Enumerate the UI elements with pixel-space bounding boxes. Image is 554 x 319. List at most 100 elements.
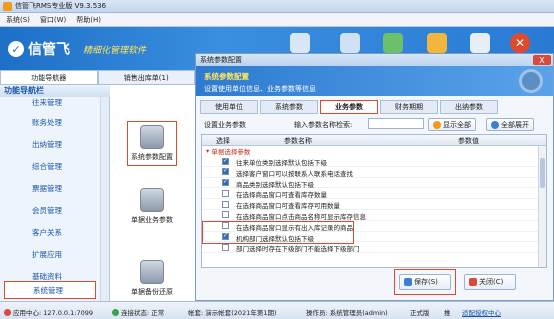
params-grid: 选择 参数名称 参数值 ▾ 单据选择参数 往来单位类别选择默认包括下级选择客户窗… bbox=[201, 134, 547, 268]
desktop-icon[interactable] bbox=[290, 33, 310, 53]
sidebar-item-system[interactable]: 系统管理 bbox=[4, 281, 96, 299]
func-backup-restore[interactable]: 单据备份还原 bbox=[112, 260, 192, 297]
grid-scrollbar[interactable] bbox=[538, 146, 546, 267]
status-connection: 连接状态: 正常 bbox=[112, 307, 164, 317]
tab-function-navigator[interactable]: 功能导航器 bbox=[0, 70, 98, 85]
row-label: 往来单位类别选择默认包括下级 bbox=[236, 159, 327, 167]
menu-window[interactable]: 窗口(W) bbox=[40, 15, 66, 25]
dialog-title: 系统参数配置 bbox=[200, 56, 242, 64]
save-button[interactable]: 保存(S) bbox=[399, 274, 451, 290]
row-checkbox[interactable] bbox=[222, 243, 229, 251]
tab-cashier-params[interactable]: 出纳参数 bbox=[440, 100, 498, 114]
sidebar-item-cashier[interactable]: 出纳管理 bbox=[4, 135, 96, 153]
sidebar-item-accounts[interactable]: 往来管理 bbox=[4, 93, 96, 111]
menu-system[interactable]: 系统(S) bbox=[6, 15, 30, 25]
row-checkbox[interactable] bbox=[222, 167, 229, 176]
col-param-value[interactable]: 参数值 bbox=[458, 136, 479, 146]
tab-system-params[interactable]: 系统参数 bbox=[260, 100, 318, 114]
search-input-label: 输入参数名称检索: bbox=[294, 121, 353, 129]
table-row[interactable]: 选择客户窗口可以按联系人联系电话查找 bbox=[202, 167, 546, 178]
func-label: 单据备份还原 bbox=[131, 288, 173, 296]
group-row[interactable]: ▾ 单据选择参数 bbox=[202, 146, 546, 156]
lock-icon[interactable] bbox=[427, 33, 447, 53]
sidebar-scrollbar[interactable] bbox=[100, 97, 109, 301]
row-checkbox[interactable] bbox=[222, 211, 229, 219]
logo-text: 信管飞 bbox=[28, 42, 70, 58]
auth-center-link[interactable]: 适配授权中心 bbox=[462, 307, 501, 317]
title-bar: 信管飞RMS专业版 V9.3.536 bbox=[0, 0, 554, 13]
dialog-close-icon[interactable]: X bbox=[533, 55, 551, 65]
status-operator: 操作员: 系统管理员(admin) bbox=[306, 309, 388, 317]
close-button[interactable]: 关闭(C) bbox=[464, 274, 516, 290]
show-all-button[interactable]: 显示全部 bbox=[428, 118, 476, 131]
grid-scroll-thumb[interactable] bbox=[540, 158, 545, 188]
sidebar-item-crm[interactable]: 客户关系 bbox=[4, 223, 96, 241]
row-label: 商品类别选择默认包括下级 bbox=[236, 180, 314, 189]
sidebar-item-members[interactable]: 会员管理 bbox=[4, 201, 96, 219]
document-icon bbox=[140, 188, 164, 212]
gear-icon bbox=[519, 69, 543, 93]
row-checkbox[interactable] bbox=[222, 200, 229, 208]
sidebar-item-general[interactable]: 综合管理 bbox=[4, 157, 96, 175]
func-label: 系统参数配置 bbox=[131, 153, 173, 161]
tab-sales-outbound[interactable]: 销售出库单(1) bbox=[97, 70, 195, 85]
row-label: 在选择商品窗口点击商品名称可显示库存信息 bbox=[236, 212, 366, 221]
book-icon[interactable] bbox=[383, 33, 403, 53]
status-bar: 应用中心: 127.0.0.1:7099 连接状态: 正常 帐套: 演示帐套(2… bbox=[0, 301, 554, 319]
group-label: 单据选择参数 bbox=[211, 148, 251, 156]
status-center-text: 应用中心: 127.0.0.1:7099 bbox=[13, 309, 93, 317]
help-icon[interactable] bbox=[470, 33, 490, 53]
table-row[interactable]: 商品类别选择默认包括下级 bbox=[202, 178, 546, 189]
tab-organization[interactable]: 使用单位 bbox=[200, 100, 258, 114]
highlight-frame bbox=[202, 221, 354, 244]
dialog-header: 系统参数配置 设置使用单位信息、业务参数等信息 bbox=[196, 66, 553, 96]
tab-finance-period[interactable]: 财务期期 bbox=[380, 100, 438, 114]
exit-icon[interactable]: ✕ bbox=[510, 33, 530, 53]
row-label: 在选择商品窗口可查看库存数量 bbox=[236, 191, 327, 200]
app-icon bbox=[3, 1, 12, 11]
table-row[interactable]: 往来单位类别选择默认包括下级 bbox=[202, 156, 546, 167]
func-system-params[interactable]: 系统参数配置 bbox=[112, 121, 192, 166]
tab-business-params[interactable]: 业务参数 bbox=[320, 100, 378, 114]
row-checkbox[interactable] bbox=[222, 178, 229, 187]
col-param-name[interactable]: 参数名称 bbox=[284, 136, 312, 146]
func-label: 单据业务参数 bbox=[131, 216, 173, 224]
col-select[interactable]: 选择 bbox=[216, 136, 230, 146]
row-checkbox[interactable] bbox=[222, 189, 229, 197]
logo-mark-icon: ✓ bbox=[8, 41, 24, 57]
sidebar-item-finance[interactable]: 账务处理 bbox=[4, 113, 96, 131]
expand-all-label: 全部展开 bbox=[501, 120, 529, 129]
expand-all-icon bbox=[491, 120, 499, 129]
dialog-titlebar: 系统参数配置 X bbox=[196, 54, 553, 66]
status-extra: 推 bbox=[444, 309, 451, 317]
function-panel: 系统参数配置 单据业务参数 单据备份还原 bbox=[110, 85, 195, 301]
expand-all-button[interactable]: 全部展开 bbox=[486, 118, 534, 131]
show-all-label: 显示全部 bbox=[443, 120, 471, 129]
table-row[interactable]: 在选择商品窗口可查看库存可用数量 bbox=[202, 199, 546, 210]
menu-help[interactable]: 帮助(H) bbox=[76, 15, 101, 25]
search-row: 设置业务参数 输入参数名称检索: 显示全部 全部展开 bbox=[204, 118, 549, 132]
sidebar-item-bills[interactable]: 票据管理 bbox=[4, 179, 96, 197]
row-label: 部门选择时存在下级部门不能选择下级部门 bbox=[236, 245, 360, 254]
close-label: 关闭(C) bbox=[479, 278, 504, 286]
dialog-header-subtitle: 设置使用单位信息、业务参数等信息 bbox=[204, 85, 316, 93]
logo: ✓ 信管飞 bbox=[8, 39, 70, 59]
sidebar-item-extensions[interactable]: 扩展应用 bbox=[4, 245, 96, 263]
dialog-header-title: 系统参数配置 bbox=[204, 72, 249, 81]
server-icon bbox=[4, 309, 11, 316]
func-bill-params[interactable]: 单据业务参数 bbox=[112, 188, 192, 225]
calculator-icon[interactable] bbox=[340, 33, 360, 53]
row-checkbox[interactable] bbox=[222, 157, 229, 165]
sidebar: 往来管理 账务处理 出纳管理 综合管理 票据管理 会员管理 客户关系 扩展应用 … bbox=[0, 97, 110, 301]
table-row[interactable]: 在选择商品窗口点击商品名称可显示库存信息 bbox=[202, 210, 546, 221]
status-account: 帐套: 演示帐套(2021年第1期) bbox=[188, 309, 277, 317]
status-edition: 正式版 bbox=[410, 309, 430, 317]
search-section-label: 设置业务参数 bbox=[204, 121, 246, 129]
dialog-tabs: 使用单位 系统参数 业务参数 财务期期 出纳参数 bbox=[200, 100, 498, 114]
row-label: 在选择商品窗口可查看库存可用数量 bbox=[236, 202, 340, 211]
nav-tabs: 功能导航器 销售出库单(1) bbox=[0, 70, 195, 85]
table-row[interactable]: 在选择商品窗口可查看库存数量 bbox=[202, 188, 546, 199]
search-input[interactable] bbox=[368, 118, 424, 129]
backup-icon bbox=[140, 260, 164, 284]
status-center: 应用中心: 127.0.0.1:7099 bbox=[4, 307, 93, 317]
